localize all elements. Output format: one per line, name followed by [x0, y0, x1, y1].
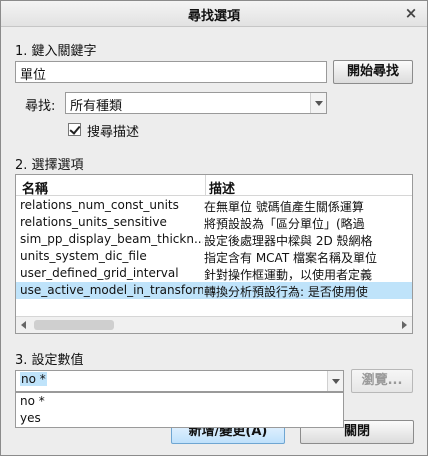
dialog-title: 尋找選項 — [187, 9, 240, 24]
row-name: relations_num_const_units — [20, 198, 179, 212]
dropdown-option[interactable]: no * — [20, 394, 45, 408]
table-row[interactable]: sim_pp_display_beam_thickn... 設定後處理器中樑與 … — [16, 231, 412, 248]
table-row-selected[interactable]: use_active_model_in_transform 轉換分析預設行為: … — [16, 282, 412, 299]
row-name: units_system_dic_file — [20, 249, 147, 263]
row-name: user_defined_grid_interval — [20, 266, 179, 280]
row-name: relations_units_sensitive — [20, 215, 167, 229]
column-header-name[interactable]: 名稱 — [22, 178, 48, 197]
search-description-checkbox[interactable] — [68, 123, 81, 136]
browse-button[interactable]: 瀏覽... — [351, 369, 413, 393]
find-category-value: 所有種類 — [70, 99, 123, 114]
scroll-left-icon[interactable] — [16, 317, 32, 333]
row-description: 設定後處理器中樑與 2D 殼網格 — [204, 234, 373, 248]
row-description: 指定含有 MCAT 檔案名稱及單位 — [204, 251, 377, 265]
row-description: 針對操作框運動，以使用者定義 — [204, 268, 373, 282]
column-divider[interactable] — [205, 175, 206, 196]
step1-label: 1. 鍵入關鍵字 — [15, 44, 97, 59]
chevron-down-icon[interactable] — [327, 371, 343, 391]
start-search-button[interactable]: 開始尋找 — [333, 60, 413, 84]
find-option-dialog: 尋找選項 × 1. 鍵入關鍵字 單位 開始尋找 尋找: 所有種類 搜尋描述 2.… — [0, 0, 428, 456]
value-select[interactable]: no * — [15, 370, 344, 392]
table-row[interactable]: relations_units_sensitive 將預設設為「區分單位」(略過 — [16, 214, 412, 231]
close-icon[interactable]: × — [403, 3, 419, 23]
step3-label: 3. 設定數值 — [15, 353, 84, 368]
scrollbar-thumb[interactable] — [34, 320, 114, 330]
row-description: 在無單位 號碼值產生關係運算 — [204, 200, 364, 214]
find-label: 尋找: — [25, 99, 56, 114]
row-name: sim_pp_display_beam_thickn... — [20, 232, 203, 246]
search-description-label: 搜尋描述 — [87, 125, 140, 140]
list-header: 名稱 描述 — [16, 175, 412, 197]
row-name: use_active_model_in_transform — [20, 283, 203, 297]
value-select-text: no * — [20, 372, 47, 386]
title-bar: 尋找選項 × — [1, 1, 427, 27]
horizontal-scrollbar[interactable] — [16, 316, 412, 333]
find-category-select[interactable]: 所有種類 — [65, 92, 327, 114]
dropdown-option[interactable]: yes — [20, 411, 41, 425]
keyword-input[interactable]: 單位 — [15, 61, 327, 83]
column-header-description[interactable]: 描述 — [209, 178, 235, 197]
value-dropdown-list[interactable]: no * yes — [15, 392, 344, 428]
row-description: 將預設設為「區分單位」(略過 — [204, 217, 365, 231]
table-row[interactable]: user_defined_grid_interval 針對操作框運動，以使用者定… — [16, 265, 412, 282]
chevron-down-icon[interactable] — [310, 93, 326, 113]
step2-label: 2. 選擇選項 — [15, 158, 84, 173]
row-description: 轉換分析預設行為: 是否使用使 — [204, 285, 368, 299]
scroll-right-icon[interactable] — [396, 317, 412, 333]
options-list[interactable]: 名稱 描述 relations_num_const_units 在無單位 號碼值… — [15, 174, 413, 334]
table-row[interactable]: relations_num_const_units 在無單位 號碼值產生關係運算 — [16, 197, 412, 214]
table-row[interactable]: units_system_dic_file 指定含有 MCAT 檔案名稱及單位 — [16, 248, 412, 265]
